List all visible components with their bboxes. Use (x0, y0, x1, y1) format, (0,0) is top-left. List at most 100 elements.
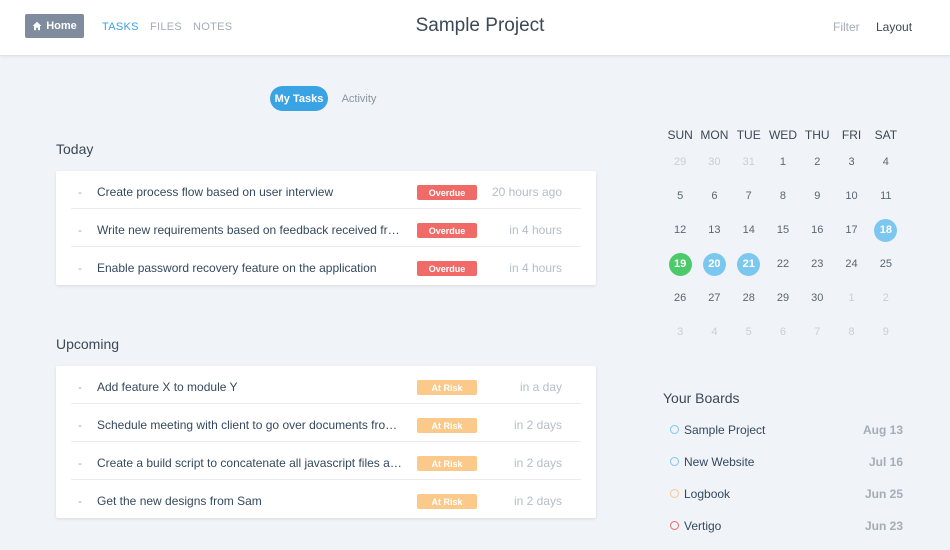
calendar-day[interactable]: 9 (800, 185, 834, 208)
calendar-day[interactable]: 29 (663, 151, 697, 174)
calendar-day-number: 30 (811, 292, 824, 304)
circle-icon (670, 425, 679, 434)
calendar-day[interactable]: 29 (766, 287, 800, 310)
calendar-day[interactable]: 21 (732, 252, 766, 276)
calendar-day-number: 4 (711, 326, 718, 338)
task-row[interactable]: - Write new requirements based on feedba… (71, 209, 581, 247)
task-row[interactable]: - Schedule meeting with client to go ove… (71, 404, 581, 442)
calendar-day[interactable]: 2 (800, 151, 834, 174)
today-section-title: Today (56, 141, 94, 157)
board-item[interactable]: Vertigo Jun 23 (670, 518, 903, 534)
task-row[interactable]: - Enable password recovery feature on th… (71, 247, 581, 285)
calendar-day[interactable]: 23 (800, 253, 834, 276)
tab-my-tasks[interactable]: My Tasks (270, 86, 328, 111)
calendar-day[interactable]: 19 (663, 252, 697, 276)
status-badge: At Risk (417, 380, 477, 395)
calendar-day[interactable]: 4 (697, 321, 731, 344)
calendar-day-number: 13 (708, 224, 721, 236)
calendar-day[interactable]: 11 (869, 185, 903, 208)
calendar-day[interactable]: 7 (800, 321, 834, 344)
weekday-label: WED (768, 128, 797, 142)
calendar-day[interactable]: 4 (869, 151, 903, 174)
calendar-day[interactable]: 1 (766, 151, 800, 174)
task-title: Schedule meeting with client to go over … (97, 418, 402, 432)
calendar-day[interactable]: 3 (834, 151, 868, 174)
calendar-day[interactable]: 30 (697, 151, 731, 174)
board-item[interactable]: Sample Project Aug 13 (670, 422, 903, 438)
task-row[interactable]: - Create process flow based on user inte… (71, 171, 581, 209)
calendar-day[interactable]: 7 (732, 185, 766, 208)
status-badge: At Risk (417, 418, 477, 433)
calendar-day[interactable]: 16 (800, 219, 834, 242)
calendar-day[interactable]: 25 (869, 253, 903, 276)
task-row[interactable]: - Get the new designs from Sam At Risk i… (71, 480, 581, 518)
calendar-day[interactable]: 24 (834, 253, 868, 276)
top-navigation-bar: Home TASKS FILES NOTES Sample Project Fi… (0, 0, 950, 56)
calendar-day-number: 12 (674, 224, 687, 236)
calendar-day[interactable]: 6 (697, 185, 731, 208)
calendar-week-row: 19 20 21 22 23 24 25 (663, 247, 903, 281)
calendar-day[interactable]: 1 (834, 287, 868, 310)
board-name: Logbook (684, 487, 731, 501)
calendar-day[interactable]: 18 (869, 218, 903, 242)
tab-activity[interactable]: Activity (337, 86, 381, 111)
calendar-day[interactable]: 22 (766, 253, 800, 276)
calendar-day-number: 1 (848, 292, 855, 304)
calendar-day[interactable]: 20 (697, 252, 731, 276)
calendar-day-number: 15 (776, 224, 790, 236)
calendar-day[interactable]: 28 (732, 287, 766, 310)
task-title: Create process flow based on user interv… (97, 185, 334, 199)
task-due-time: in 4 hours (509, 261, 562, 275)
circle-icon (670, 457, 679, 466)
layout-button[interactable]: Layout (876, 20, 912, 34)
calendar-day-number: 20 (702, 252, 726, 276)
calendar-day-number: 22 (776, 258, 790, 270)
calendar-day[interactable]: 15 (766, 219, 800, 242)
calendar-day-number: 5 (745, 326, 752, 338)
dash-bullet: - (78, 223, 82, 237)
calendar-day[interactable]: 5 (732, 321, 766, 344)
calendar-day-number: 28 (742, 292, 755, 304)
board-item[interactable]: New Website Jul 16 (670, 454, 903, 470)
calendar-day-number: 3 (677, 326, 684, 338)
calendar-day-number: 9 (882, 326, 889, 338)
status-badge: Overdue (417, 261, 477, 276)
calendar-day[interactable]: 9 (869, 321, 903, 344)
calendar-day[interactable]: 26 (663, 287, 697, 310)
calendar-day-number: 10 (845, 190, 858, 202)
weekday-label: SAT (874, 128, 898, 142)
calendar-day[interactable]: 2 (869, 287, 903, 310)
boards-section-title: Your Boards (663, 390, 740, 406)
calendar-day-number: 6 (711, 190, 718, 202)
calendar-day-number: 30 (708, 156, 721, 168)
calendar-week-row: 26 27 28 29 30 1 2 (663, 281, 903, 315)
calendar-day-number: 27 (708, 292, 721, 304)
task-due-time: in 2 days (513, 494, 562, 508)
calendar-day[interactable]: 5 (663, 185, 697, 208)
calendar-day[interactable]: 13 (697, 219, 731, 242)
status-badge: Overdue (417, 223, 477, 238)
calendar-day[interactable]: 8 (834, 321, 868, 344)
calendar-day[interactable]: 8 (766, 185, 800, 208)
filter-button[interactable]: Filter (833, 20, 860, 34)
calendar-day-number: 5 (677, 190, 684, 202)
calendar-day-number: 3 (848, 156, 855, 168)
board-item[interactable]: Logbook Jun 25 (670, 486, 903, 502)
calendar-day[interactable]: 10 (834, 185, 868, 208)
calendar-day[interactable]: 12 (663, 219, 697, 242)
calendar-day[interactable]: 17 (834, 219, 868, 242)
upcoming-task-list: - Add feature X to module Y At Risk in a… (56, 366, 596, 518)
calendar-weekday-header: SUN MON TUE WED THU FRI SAT (663, 128, 903, 142)
board-date: Jul 16 (868, 455, 903, 469)
task-row[interactable]: - Add feature X to module Y At Risk in a… (71, 366, 581, 404)
calendar-day-number: 29 (776, 292, 790, 304)
calendar-day[interactable]: 30 (800, 287, 834, 310)
calendar-day[interactable]: 31 (732, 151, 766, 174)
calendar-day-number: 18 (874, 218, 898, 242)
status-badge: At Risk (417, 494, 477, 509)
calendar-day[interactable]: 6 (766, 321, 800, 344)
task-row[interactable]: - Create a build script to concatenate a… (71, 442, 581, 480)
calendar-day[interactable]: 27 (697, 287, 731, 310)
calendar-day[interactable]: 3 (663, 321, 697, 344)
calendar-day[interactable]: 14 (732, 219, 766, 242)
